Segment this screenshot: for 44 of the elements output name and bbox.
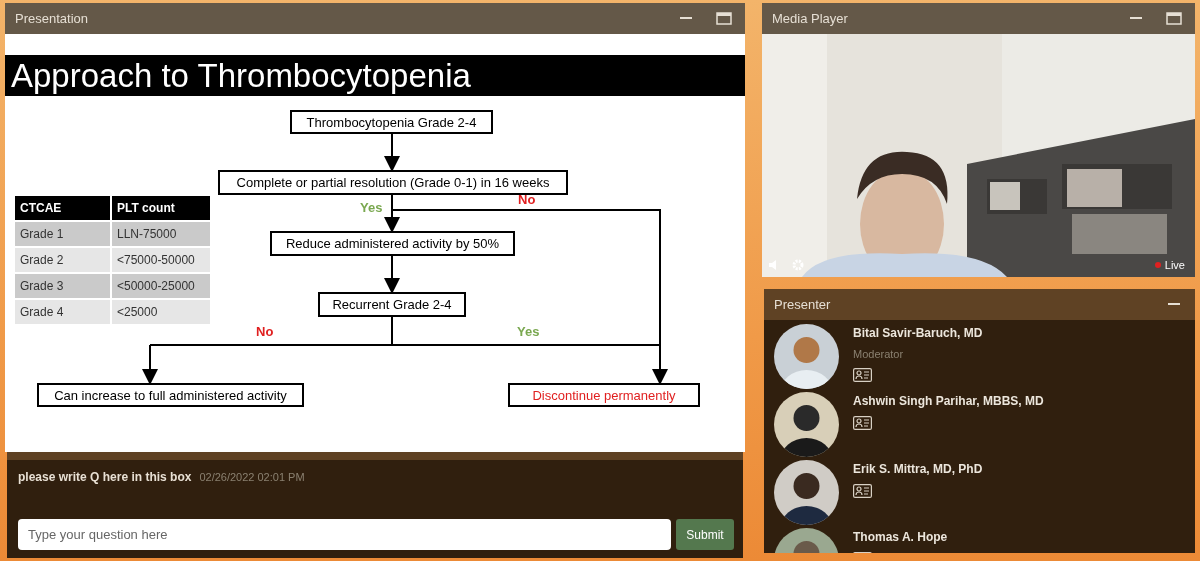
flowchart-label: No <box>256 324 274 339</box>
table-cell: LLN-75000 <box>112 222 210 246</box>
table-cell: <75000-50000 <box>112 248 210 272</box>
flowchart-box: Reduce administered activity by 50% <box>270 231 515 256</box>
connector-arrow <box>142 344 158 385</box>
table-cell: Grade 2 <box>15 248 110 272</box>
flowchart-label: Yes <box>360 200 383 215</box>
message-timestamp: 02/26/2022 02:01 PM <box>199 471 305 483</box>
flowchart-box: Discontinue permanently <box>508 383 700 407</box>
contact-card-icon[interactable] <box>853 368 872 382</box>
flowchart-box: Thrombocytopenia Grade 2-4 <box>290 110 493 134</box>
panel-title: Presenter <box>774 297 832 312</box>
submit-button[interactable]: Submit <box>676 519 734 550</box>
presenter-name: Thomas A. Hope <box>853 530 948 544</box>
presenter-role: Moderator <box>853 348 905 360</box>
flowchart-box: Can increase to full administered activity <box>37 383 304 407</box>
maximize-icon[interactable] <box>1166 12 1182 25</box>
window-title: Presentation <box>15 11 89 26</box>
connector-arrow <box>384 133 400 172</box>
presenter-name: Erik S. Mittra, MD, PhD <box>853 462 983 476</box>
contact-card-icon[interactable] <box>853 484 872 498</box>
table-header: PLT count <box>112 196 210 220</box>
maximize-icon[interactable] <box>716 12 732 25</box>
presenter-name: Bital Savir-Baruch, MD <box>853 326 983 340</box>
minimize-icon[interactable] <box>680 17 692 20</box>
flowchart-label: Yes <box>517 324 540 339</box>
contact-card-icon[interactable] <box>853 416 872 430</box>
presenter-name: Ashwin Singh Parihar, MBBS, MD <box>853 394 1044 408</box>
table-cell: Grade 4 <box>15 300 110 324</box>
flowchart-box: Complete or partial resolution (Grade 0-1) in 16 weeks <box>218 170 568 195</box>
table-cell: Grade 1 <box>15 222 110 246</box>
minimize-icon[interactable] <box>1168 303 1180 306</box>
minimize-icon[interactable] <box>1130 17 1142 20</box>
table-cell: Grade 3 <box>15 274 110 298</box>
live-indicator: Live <box>1154 259 1185 271</box>
window-title: Media Player <box>772 11 849 26</box>
table-cell: <50000-25000 <box>112 274 210 298</box>
flowchart-label: No <box>518 192 536 207</box>
slide-title: Approach to Thrombocytopenia <box>5 55 745 96</box>
question-input[interactable]: Type your question here <box>18 519 671 550</box>
question-message: please write Q here in this box <box>18 470 192 484</box>
flowchart-box: Recurrent Grade 2-4 <box>318 292 466 317</box>
table-cell: <25000 <box>112 300 210 324</box>
table-header: CTCAE <box>15 196 110 220</box>
